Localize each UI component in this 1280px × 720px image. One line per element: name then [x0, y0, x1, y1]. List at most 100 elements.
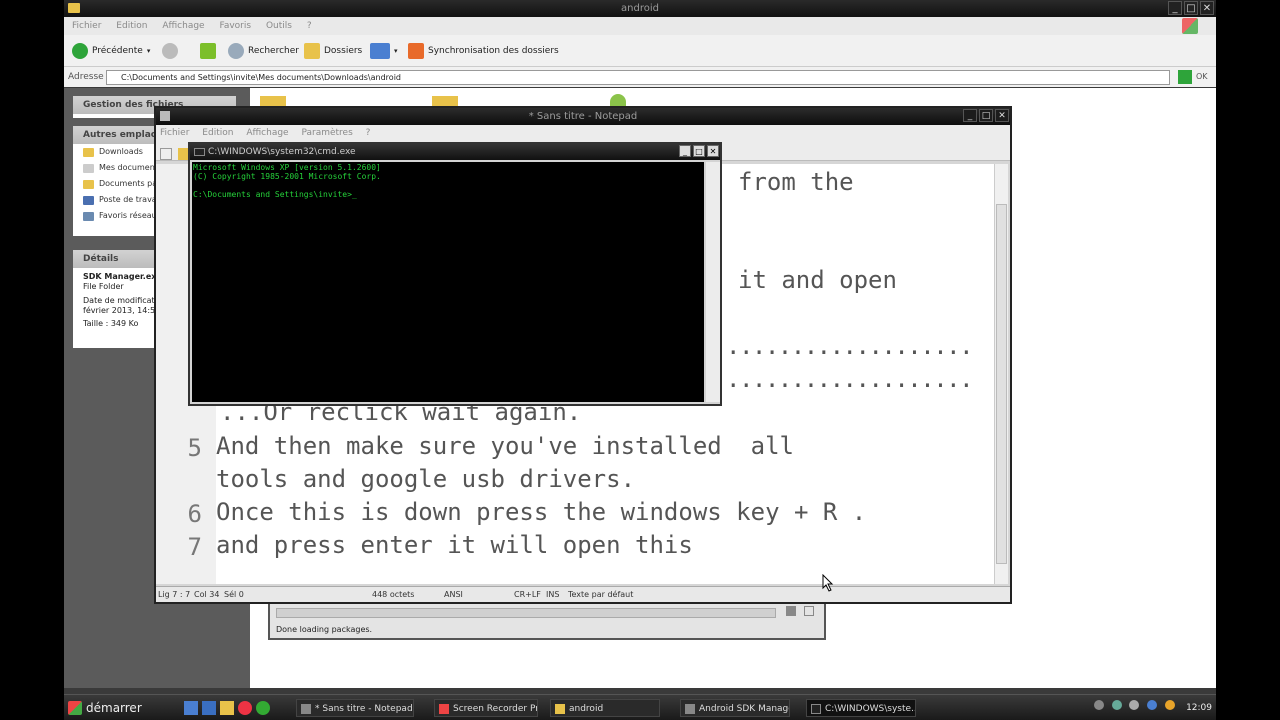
tray-icon[interactable]	[1165, 700, 1176, 710]
tray-icon[interactable]	[1111, 700, 1122, 710]
maximize-icon[interactable]: □	[979, 109, 993, 122]
search-label: Rechercher	[248, 46, 299, 56]
maximize-icon[interactable]: □	[693, 145, 705, 157]
menu-parametres[interactable]: Paramètres	[301, 128, 352, 138]
quicklaunch-icon[interactable]	[202, 701, 216, 715]
log-icon[interactable]	[804, 606, 814, 616]
taskbar: démarrer * Sans titre - Notepad Screen R…	[64, 694, 1216, 720]
text-line: Once this is down press the windows key …	[216, 498, 867, 526]
minimize-icon[interactable]: _	[1168, 1, 1182, 15]
clock[interactable]: 12:09	[1186, 703, 1212, 713]
task-sdk-manager[interactable]: Android SDK Manager	[680, 699, 790, 717]
console-line: (C) Copyright 1985-2001 Microsoft Corp.	[193, 172, 381, 181]
quicklaunch-icon[interactable]	[256, 701, 270, 715]
line-number: 7	[187, 533, 202, 561]
sdk-manager-window: Done loading packages.	[268, 598, 826, 640]
desktop: android _ □ ✕ Fichier Edition Affichage …	[64, 0, 1216, 720]
explorer-title-bar[interactable]: android _ □ ✕	[64, 0, 1216, 17]
notepad-status-bar: Lig 7 : 7 Col 34 Sél 0 448 octets ANSI C…	[156, 586, 1010, 602]
menu-affichage[interactable]: Affichage	[162, 21, 204, 31]
cmd-title-bar[interactable]: C:\WINDOWS\system32\cmd.exe _ □ ✕	[190, 144, 720, 160]
scroll-thumb[interactable]	[996, 204, 1007, 564]
sync-label: Synchronisation des dossiers	[428, 46, 559, 56]
minimize-icon[interactable]: _	[963, 109, 977, 122]
folders-icon	[304, 43, 320, 59]
maximize-icon[interactable]: □	[1184, 1, 1198, 15]
task-android-folder[interactable]: android	[550, 699, 660, 717]
menu-help[interactable]: ?	[366, 128, 371, 138]
status-size: 448 octets	[372, 590, 415, 599]
tray-icon[interactable]	[1093, 700, 1104, 710]
menu-edition[interactable]: Edition	[202, 128, 233, 138]
notepad-title-bar[interactable]: * Sans titre - Notepad _ □ ✕	[156, 108, 1010, 125]
back-arrow-icon	[72, 43, 88, 59]
stop-icon[interactable]	[786, 606, 796, 616]
menu-affichage[interactable]: Affichage	[246, 128, 288, 138]
cmd-console[interactable]: Microsoft Windows XP [version 5.1.2600](…	[192, 162, 704, 402]
text-line: from the	[738, 168, 854, 196]
search-icon	[228, 43, 244, 59]
menu-outils[interactable]: Outils	[266, 21, 292, 31]
cmd-icon	[194, 148, 205, 156]
notepad-scrollbar[interactable]	[994, 164, 1008, 584]
explorer-toolbar: Précédente ▾ Rechercher Dossiers ▾ Synch…	[64, 35, 1216, 67]
address-input[interactable]: C:\Documents and Settings\invite\Mes doc…	[106, 70, 1170, 85]
line-number: 5	[187, 434, 202, 462]
status-style: Texte par défaut	[568, 590, 634, 599]
quicklaunch-icon[interactable]	[220, 701, 234, 715]
views-button[interactable]: ▾	[370, 43, 398, 59]
new-file-icon[interactable]	[160, 148, 172, 160]
status-col: Col 34	[194, 590, 220, 599]
cmd-title: C:\WINDOWS\system32\cmd.exe	[208, 147, 356, 157]
close-icon[interactable]: ✕	[707, 145, 719, 157]
menu-favoris[interactable]: Favoris	[219, 21, 251, 31]
menu-fichier[interactable]: Fichier	[72, 21, 101, 31]
menu-edition[interactable]: Edition	[116, 21, 147, 31]
tray-icon[interactable]	[1129, 700, 1140, 710]
back-label: Précédente	[92, 46, 143, 56]
folders-button[interactable]: Dossiers	[304, 43, 362, 59]
search-button[interactable]: Rechercher	[228, 43, 299, 59]
windows-logo-icon	[1182, 18, 1198, 34]
sync-button[interactable]: Synchronisation des dossiers	[408, 43, 559, 59]
forward-button[interactable]	[162, 43, 178, 59]
text-line: tools and google usb drivers.	[216, 465, 636, 493]
folders-label: Dossiers	[324, 46, 363, 56]
views-icon	[370, 43, 390, 59]
task-screen-recorder[interactable]: Screen Recorder Pr...	[434, 699, 538, 717]
text-line: ...................	[726, 332, 974, 360]
minimize-icon[interactable]: _	[679, 145, 691, 157]
task-notepad[interactable]: * Sans titre - Notepad	[296, 699, 414, 717]
close-icon[interactable]: ✕	[1200, 1, 1214, 15]
sync-icon	[408, 43, 424, 59]
address-label: Adresse	[68, 72, 104, 82]
go-button[interactable]: OK	[1196, 67, 1208, 87]
address-value: C:\Documents and Settings\invite\Mes doc…	[121, 73, 401, 82]
text-line: And then make sure you've installed all	[216, 432, 794, 460]
go-icon[interactable]	[1178, 70, 1192, 84]
notepad-title: * Sans titre - Notepad	[528, 111, 638, 122]
status-encoding: ANSI	[444, 590, 463, 599]
menu-help[interactable]: ?	[307, 21, 312, 31]
back-button[interactable]: Précédente ▾	[72, 43, 150, 59]
text-line: and press enter it will open this	[216, 531, 693, 559]
status-ins: INS	[546, 590, 560, 599]
mouse-cursor-icon	[822, 574, 834, 592]
close-icon[interactable]: ✕	[995, 109, 1009, 122]
chrome-icon[interactable]	[238, 701, 252, 715]
start-label: démarrer	[86, 701, 142, 715]
folder-icon	[68, 3, 80, 13]
status-position: Lig 7 : 7	[158, 590, 191, 599]
notepad-menu-bar: Fichier Edition Affichage Paramètres ?	[156, 125, 1010, 141]
tray-icon[interactable]	[1147, 700, 1158, 710]
start-button[interactable]: démarrer	[68, 698, 142, 718]
notepad-icon	[160, 111, 170, 121]
cmd-scrollbar[interactable]	[706, 162, 720, 402]
menu-fichier[interactable]: Fichier	[160, 128, 189, 138]
explorer-title: android	[621, 3, 659, 14]
system-tray: 12:09	[1093, 699, 1212, 717]
status-sel: Sél 0	[224, 590, 244, 599]
up-folder-button[interactable]	[200, 43, 216, 59]
task-cmd[interactable]: C:\WINDOWS\syste...	[806, 699, 916, 717]
quicklaunch-icon[interactable]	[184, 701, 198, 715]
